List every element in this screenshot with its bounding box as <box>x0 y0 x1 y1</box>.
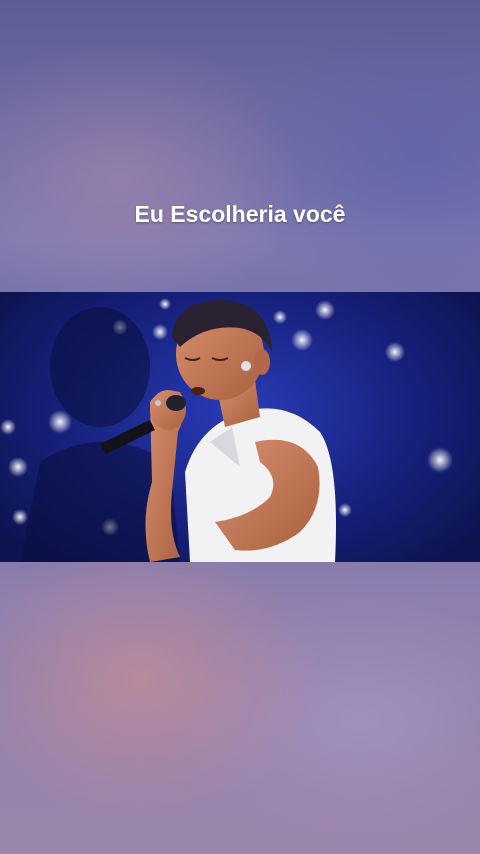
performer-scene <box>0 298 453 562</box>
caption-text: Eu Escolheria você <box>134 201 346 227</box>
video-frame[interactable] <box>0 292 480 562</box>
